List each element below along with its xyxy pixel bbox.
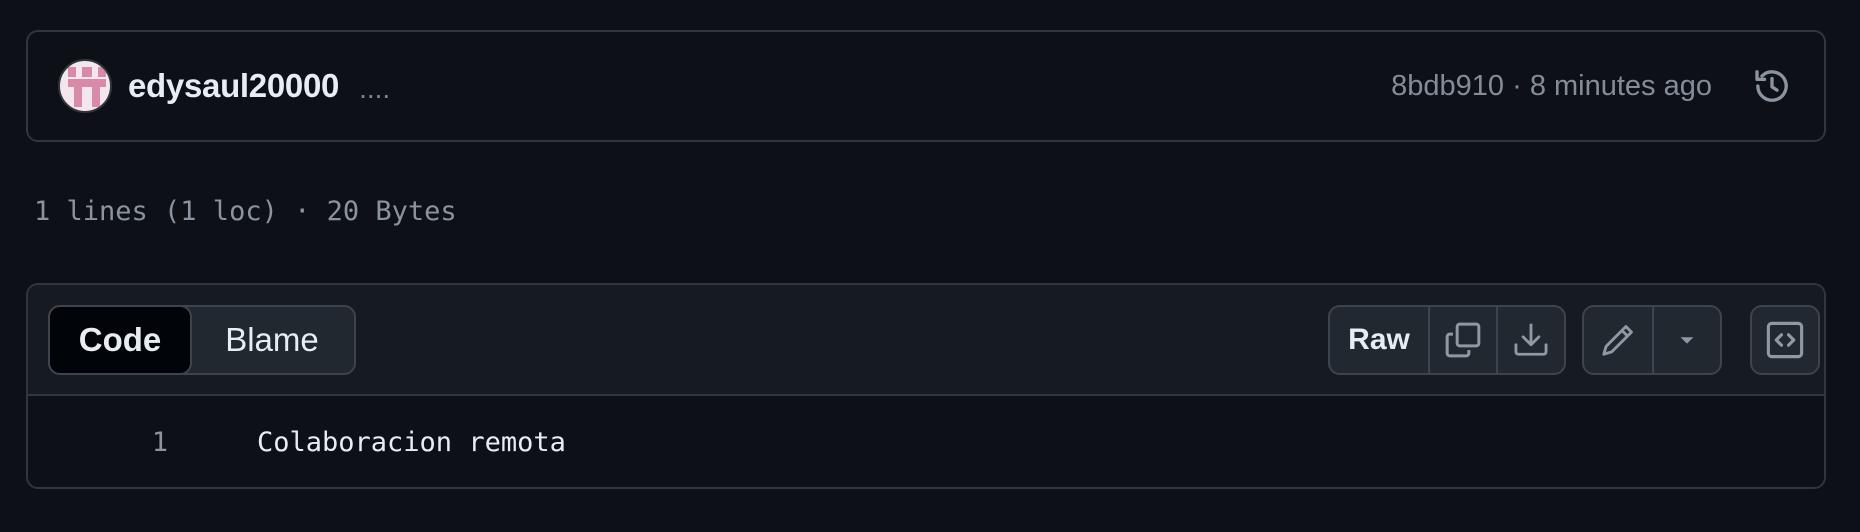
tab-blame[interactable]: Blame xyxy=(190,307,354,373)
view-toggle: Code Blame xyxy=(48,305,356,375)
commit-message-link[interactable]: .... xyxy=(359,73,390,105)
avatar-pixel xyxy=(92,87,100,107)
line-number[interactable]: 1 xyxy=(28,427,168,458)
download-button[interactable] xyxy=(1496,307,1564,373)
commit-hash-link[interactable]: 8bdb910 xyxy=(1391,70,1504,102)
pencil-icon xyxy=(1602,325,1633,356)
history-icon xyxy=(1755,70,1788,102)
edit-button[interactable] xyxy=(1584,307,1652,373)
raw-button[interactable]: Raw xyxy=(1330,307,1428,373)
file-info-separator: · xyxy=(277,196,327,227)
edit-dropdown-button[interactable] xyxy=(1652,307,1720,373)
avatar-pixel xyxy=(82,67,92,77)
download-icon xyxy=(1514,323,1548,356)
commit-meta-separator: · xyxy=(1504,69,1530,102)
code-toolbar: Code Blame Raw xyxy=(28,285,1824,396)
code-square-icon xyxy=(1766,321,1804,359)
avatar[interactable] xyxy=(58,59,112,113)
triangle-down-icon xyxy=(1680,337,1694,344)
file-actions-group: Raw xyxy=(1328,305,1566,375)
avatar-pixel xyxy=(68,79,106,87)
line-content: Colaboracion remota xyxy=(257,427,566,458)
code-viewer: Code Blame Raw 1 Colaboracion remota xyxy=(26,283,1826,489)
avatar-pixel xyxy=(98,67,106,77)
code-line: 1 Colaboracion remota xyxy=(28,396,1824,487)
tab-code[interactable]: Code xyxy=(50,307,192,373)
copy-icon xyxy=(1445,322,1481,358)
commit-time: 8 minutes ago xyxy=(1529,69,1712,102)
file-line-count: 1 lines (1 loc) xyxy=(34,196,278,227)
latest-commit-box: edysaul20000 .... 8bdb910 · 8 minutes ag… xyxy=(26,30,1826,142)
history-button[interactable] xyxy=(1750,64,1794,108)
edit-actions-group xyxy=(1582,305,1722,375)
avatar-pixel xyxy=(74,87,82,107)
file-info: 1 lines (1 loc) · 20 Bytes xyxy=(34,196,457,227)
blob-page: edysaul20000 .... 8bdb910 · 8 minutes ag… xyxy=(0,0,1860,532)
commit-author-link[interactable]: edysaul20000 xyxy=(128,67,339,105)
avatar-pixel xyxy=(68,67,76,77)
copy-raw-button[interactable] xyxy=(1428,307,1496,373)
symbols-panel-button[interactable] xyxy=(1750,305,1820,375)
file-size: 20 Bytes xyxy=(326,196,457,227)
commit-meta: 8bdb910 · 8 minutes ago xyxy=(1391,70,1712,103)
